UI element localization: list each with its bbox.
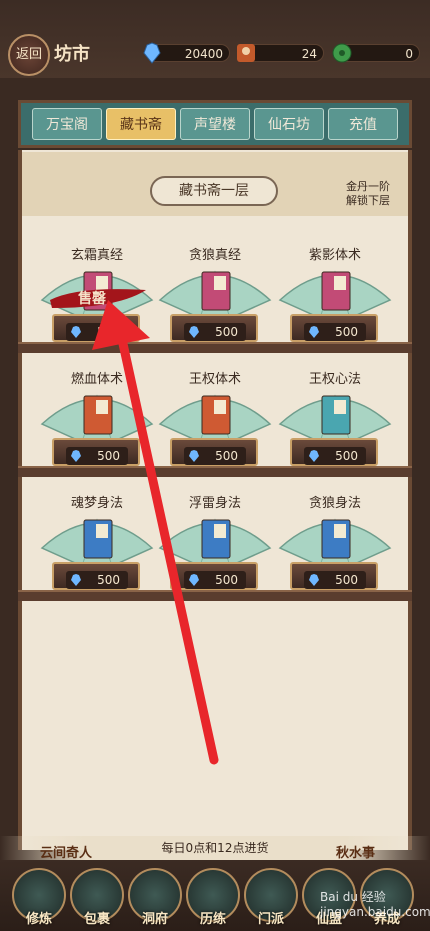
nav-label: 修炼 — [25, 912, 52, 927]
left-corner-label[interactable]: 云间奇人 — [40, 842, 92, 861]
nav-label: 洞府 — [141, 912, 168, 927]
right-corner-label[interactable]: 秋水事 — [336, 842, 375, 861]
annotation-arrow — [92, 300, 219, 765]
nav-label: 包裹 — [83, 912, 110, 927]
nav-label: 历练 — [199, 912, 226, 927]
nav-label: 门派 — [257, 912, 284, 927]
watermark: Bai du 经验 jingyan.baidu.com — [320, 890, 430, 919]
